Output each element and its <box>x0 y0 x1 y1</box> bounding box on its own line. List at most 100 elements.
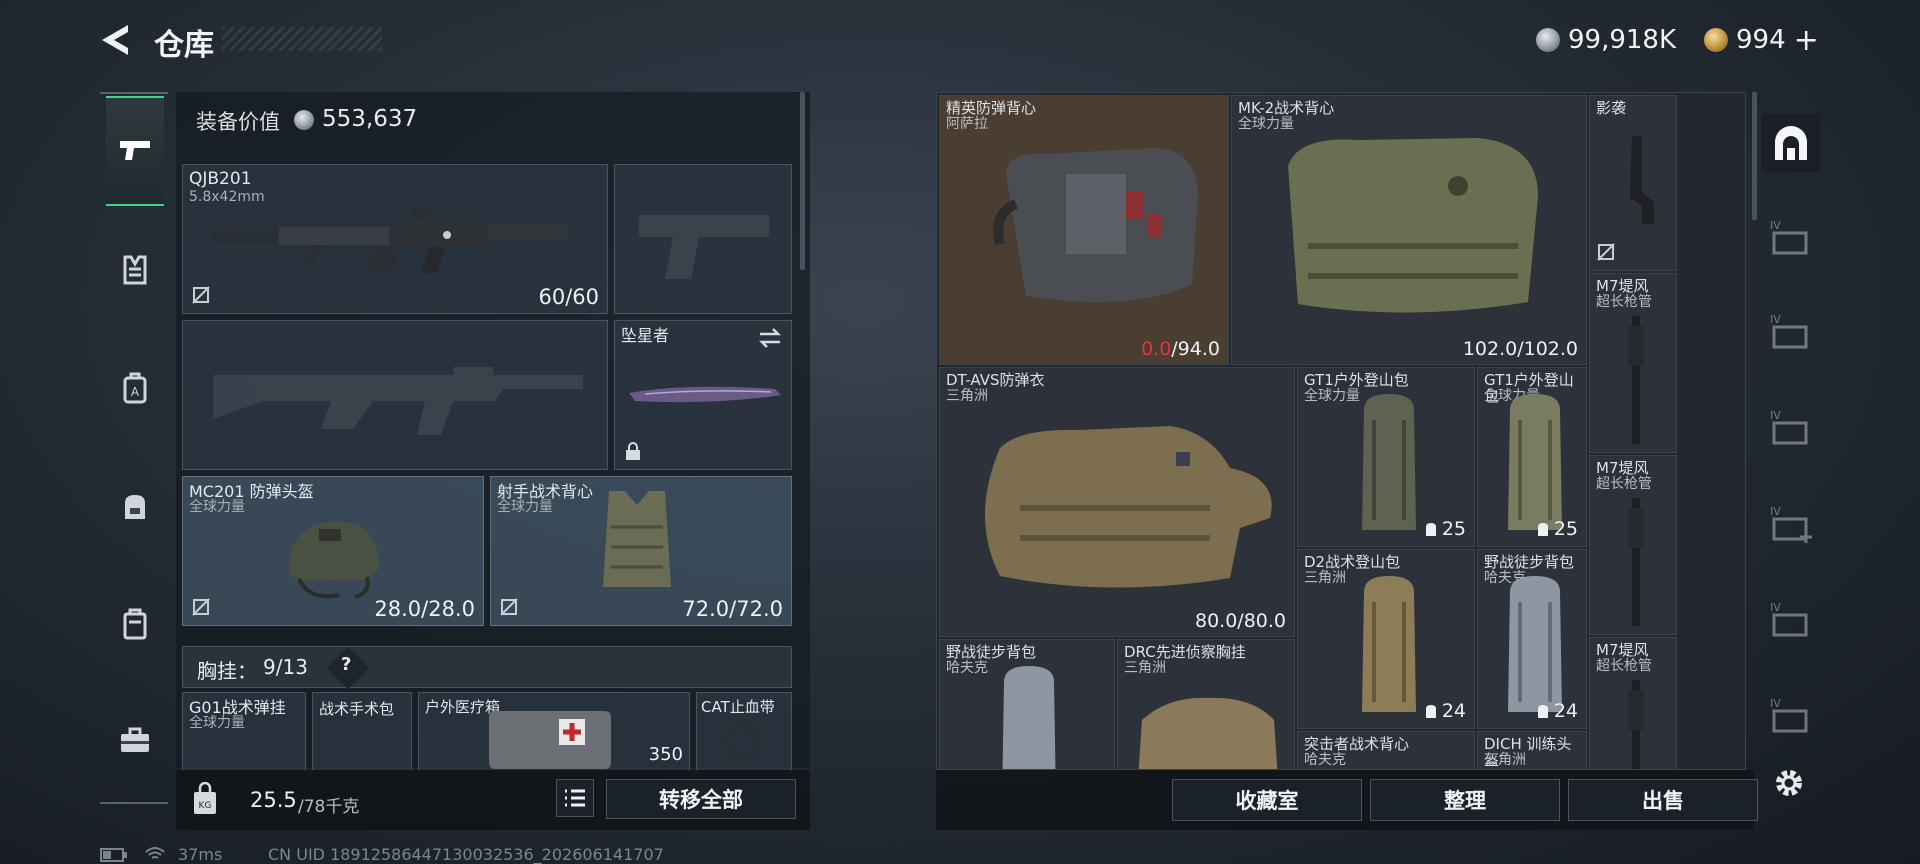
rig-item[interactable]: CAT止血带 <box>696 692 792 770</box>
rig-item[interactable]: 战术手术包 <box>312 692 412 770</box>
no-insure-icon <box>192 598 210 616</box>
rifle-image <box>211 207 567 274</box>
rig-item-name: G01战术弹挂 <box>189 698 286 717</box>
stock-image <box>1630 136 1654 224</box>
gold-plus-button[interactable]: + <box>1794 23 1819 58</box>
gold-amount: 994 <box>1736 25 1786 55</box>
back-arrow-icon[interactable] <box>98 22 134 58</box>
rig-item-name: 战术手术包 <box>319 700 395 718</box>
stash-item[interactable]: 精英防弹背心 阿萨拉 0.0/94.0 <box>939 95 1229 365</box>
settings-gear-icon[interactable] <box>1772 766 1806 800</box>
svg-text:IV: IV <box>1770 219 1781 232</box>
tab-storage-4[interactable]: IV <box>1762 494 1820 552</box>
stash-item[interactable]: 野战徒步背包 哈夫克 <box>939 639 1115 769</box>
bag-icon <box>123 608 147 640</box>
rig-item[interactable]: 户外医疗箱 350 <box>418 692 690 770</box>
no-insure-icon <box>1597 243 1615 261</box>
gold-currency[interactable]: 994 + <box>1704 22 1819 58</box>
bag-capacity-icon <box>1537 523 1548 536</box>
durability-current: 0.0 <box>1141 338 1172 360</box>
primary-weapon-slot[interactable]: QJB201 5.8x42mm 60/60 <box>182 164 608 314</box>
helmet-image <box>288 521 380 599</box>
secondary-rifle-slot[interactable] <box>182 320 608 470</box>
chest-rig-header[interactable]: 胸挂： 9/13 ? <box>182 646 792 690</box>
help-icon[interactable]: ? <box>341 654 351 675</box>
stash-item[interactable]: DRC先进侦察胸挂 三角洲 <box>1117 639 1295 769</box>
tab-toolbox[interactable] <box>106 708 164 772</box>
stash-item[interactable]: M7堤风 超长枪管 <box>1589 637 1677 769</box>
tab-vest[interactable] <box>106 238 164 302</box>
item-durability: 0.0/94.0 <box>1141 338 1220 360</box>
item-count-value: 25 <box>1441 518 1466 540</box>
top-bar: 仓库 99,918K 994 + <box>0 0 1920 80</box>
item-faction: 超长枪管 <box>1596 294 1652 310</box>
item-count: 24 <box>1424 700 1466 722</box>
rig-item[interactable]: G01战术弹挂 全球力量 <box>182 692 306 770</box>
collection-button[interactable]: 收藏室 <box>1172 779 1362 821</box>
loadout-scrollbar[interactable] <box>800 92 805 270</box>
helmet-name: MC201 防弹头盔 <box>189 482 314 501</box>
stash-item[interactable]: DT-AVS防弹衣 三角洲 80.0/80.0 <box>939 367 1295 637</box>
durability-max: /94.0 <box>1171 338 1220 360</box>
stash-item[interactable]: DICH 训练头盔 三角洲 <box>1477 731 1587 769</box>
tab-backpack-a[interactable]: A <box>106 356 164 420</box>
armor-slot[interactable]: 射手战术背心 全球力量 72.0/72.0 <box>490 476 792 626</box>
tab-storage-2[interactable]: IV <box>1762 302 1820 360</box>
tab-storage-1[interactable]: IV <box>1762 208 1820 266</box>
chest-rig-label: 胸挂： <box>197 659 257 683</box>
stash-item[interactable]: 突击者战术背心 哈夫克 <box>1297 731 1475 769</box>
item-name: GT1户外登山包 <box>1304 371 1409 389</box>
no-insure-icon <box>500 598 518 616</box>
stash-item[interactable]: GT1户外登山包 全球力量 25 <box>1477 367 1587 547</box>
svg-text:KG: KG <box>199 801 212 811</box>
storage-iv-icon: IV <box>1770 409 1808 445</box>
tab-loadout[interactable] <box>106 96 164 206</box>
transfer-all-button[interactable]: 转移全部 <box>606 779 796 819</box>
stash-scrollbar[interactable] <box>1752 92 1757 220</box>
backpack-image <box>1362 394 1416 530</box>
weapon-ammo: 60/60 <box>538 285 599 309</box>
tab-storage-3[interactable]: IV <box>1762 398 1820 456</box>
tab-backpack[interactable] <box>106 474 164 538</box>
backpack-icon <box>125 495 145 519</box>
weight-max: /78千克 <box>298 797 360 817</box>
stash-item[interactable]: M7堤风 超长枪管 <box>1589 273 1677 453</box>
stash-item[interactable]: MK-2战术背心 全球力量 102.0/102.0 <box>1231 95 1587 365</box>
melee-slot[interactable]: 坠星者 <box>614 320 792 470</box>
svg-text:IV: IV <box>1770 697 1781 710</box>
item-name: D2战术登山包 <box>1304 553 1401 571</box>
swap-icon[interactable] <box>757 327 783 349</box>
bag-capacity-icon <box>1425 523 1436 536</box>
item-faction: 全球力量 <box>1304 388 1360 404</box>
backpack-image <box>1508 394 1562 530</box>
barrel-image <box>1628 316 1644 444</box>
stash-item[interactable]: D2战术登山包 三角洲 24 <box>1297 549 1475 729</box>
helmet-slot[interactable]: MC201 防弹头盔 全球力量 28.0/28.0 <box>182 476 484 626</box>
bag-capacity-icon <box>1425 705 1436 718</box>
tab-storage-6[interactable]: IV <box>1762 686 1820 744</box>
sell-button[interactable]: 出售 <box>1568 779 1758 821</box>
lock-icon <box>626 442 640 460</box>
tab-bag[interactable] <box>106 592 164 656</box>
title-decoration <box>222 27 382 51</box>
gold-coin-icon <box>1704 28 1728 52</box>
sort-button[interactable]: 整理 <box>1370 779 1560 821</box>
rig-items-row: G01战术弹挂 全球力量 战术手术包 户外医疗箱 350 CAT止血带 <box>182 692 792 770</box>
stash-item[interactable]: M7堤风 超长枪管 <box>1589 455 1677 635</box>
weight-icon: KG <box>194 782 216 814</box>
item-count: 24 <box>1536 700 1578 722</box>
item-faction: 阿萨拉 <box>946 116 988 132</box>
list-view-button[interactable] <box>556 779 594 817</box>
list-icon <box>565 789 585 807</box>
stash-item[interactable]: 野战徒步背包 哈夫克 24 <box>1477 549 1587 729</box>
stash-item[interactable]: 影袭 <box>1589 95 1677 271</box>
item-count: 25 <box>1536 518 1578 540</box>
tab-storage-5[interactable]: IV <box>1762 590 1820 648</box>
toolbox-icon <box>121 727 149 752</box>
silver-coin-icon <box>1536 28 1560 52</box>
tab-vault[interactable] <box>1762 114 1820 172</box>
stash-item[interactable]: GT1户外登山包 全球力量 25 <box>1297 367 1475 547</box>
backpack-image <box>1002 666 1056 769</box>
secondary-weapon-slot[interactable] <box>614 164 792 314</box>
item-name: M7堤风 <box>1596 277 1649 295</box>
